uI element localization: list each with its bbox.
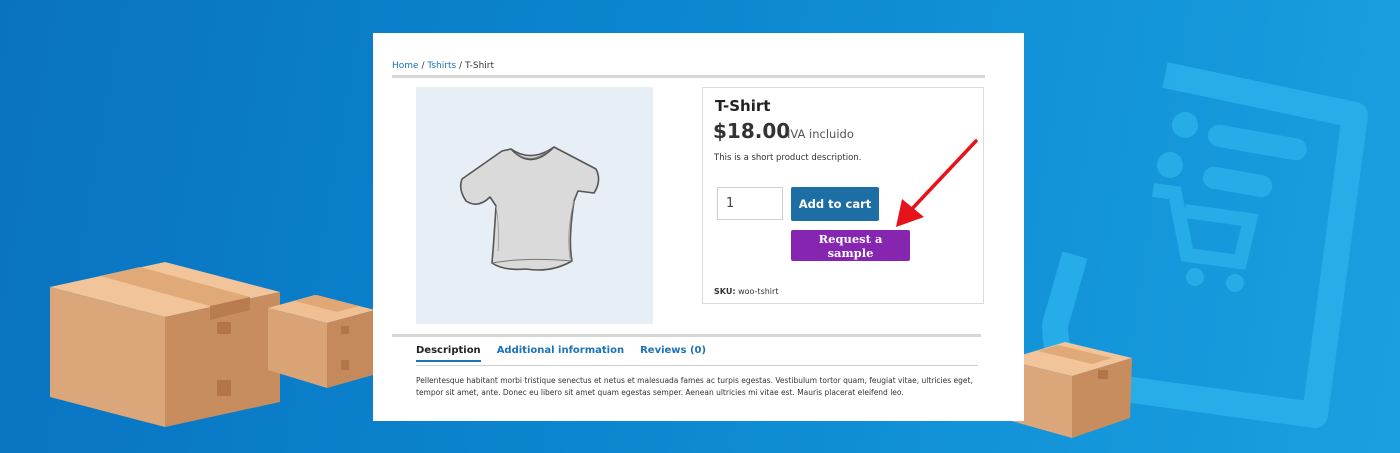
red-arrow-pointer-icon [896,139,978,227]
breadcrumb-home-link[interactable]: Home [392,61,419,71]
tab-additional-information[interactable]: Additional information [497,345,624,362]
add-to-cart-button[interactable]: Add to cart [791,187,879,221]
cardboard-box-icon [268,295,375,388]
breadcrumb: Home / Tshirts / T-Shirt [392,61,494,71]
short-description: This is a short product description. [714,153,862,163]
tax-note: IVA incluido [787,127,854,141]
sku-line: SKU: woo-tshirt [714,287,778,296]
sku-value: woo-tshirt [738,287,779,296]
request-sample-button[interactable]: Request a sample [791,230,910,261]
product-image[interactable] [416,87,653,324]
breadcrumb-category-link[interactable]: Tshirts [427,61,456,71]
product-tabs: Description Additional information Revie… [416,345,706,362]
sku-label: SKU: [714,287,736,296]
quantity-input[interactable] [717,187,783,220]
tab-description[interactable]: Description [416,345,481,362]
product-title: T-Shirt [715,97,771,115]
description-text: Pellentesque habitant morbi tristique se… [416,376,973,397]
breadcrumb-divider [392,75,985,78]
breadcrumb-separator: / [456,61,465,71]
tshirt-image [459,146,600,271]
tabs-underline [416,365,978,366]
tabs-divider [392,334,981,337]
tab-reviews[interactable]: Reviews (0) [640,345,706,362]
product-price: $18.00 [713,119,791,143]
breadcrumb-current: T-Shirt [464,61,495,71]
cardboard-box-icon [50,262,280,427]
